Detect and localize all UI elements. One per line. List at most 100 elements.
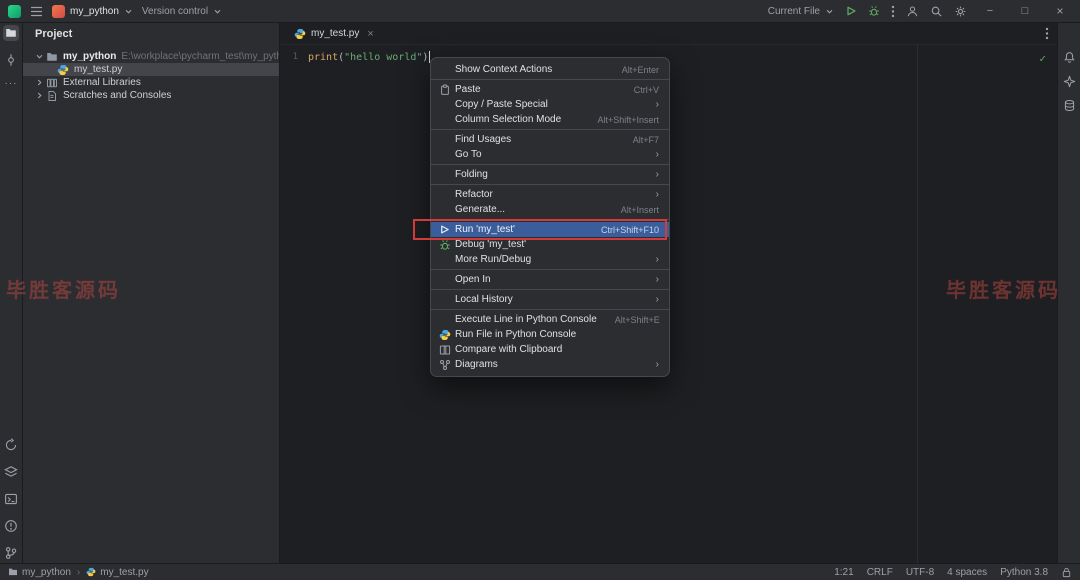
- search-everywhere-icon[interactable]: [930, 5, 943, 18]
- breadcrumb-separator: ›: [76, 566, 81, 578]
- menu-item-open-in[interactable]: Open In ›: [431, 272, 669, 287]
- menu-item-folding[interactable]: Folding ›: [431, 167, 669, 182]
- menu-icon-slot: [438, 188, 451, 201]
- menu-icon-slot: [438, 98, 451, 111]
- menu-item-shortcut: Ctrl+V: [633, 84, 659, 95]
- menu-item-run-my-test[interactable]: Run 'my_test' Ctrl+Shift+F10: [431, 222, 669, 237]
- tab-close-icon[interactable]: ×: [367, 28, 373, 40]
- menu-item-column-selection-mode[interactable]: Column Selection Mode Alt+Shift+Insert: [431, 112, 669, 127]
- more-tool-windows-icon[interactable]: ···: [5, 79, 18, 89]
- menu-icon-slot: [438, 133, 451, 146]
- folder-icon: [46, 51, 58, 63]
- tab-options-icon[interactable]: [1045, 27, 1049, 40]
- debug-icon: [438, 238, 451, 251]
- project-panel-title[interactable]: Project: [23, 23, 279, 45]
- minimize-button[interactable]: −: [978, 5, 1002, 17]
- vcs-widget[interactable]: Version control: [142, 6, 222, 17]
- menu-item-show-context-actions[interactable]: Show Context Actions Alt+Enter: [431, 62, 669, 77]
- menu-item-diagrams[interactable]: Diagrams ›: [431, 357, 669, 372]
- menu-item-run-file-in-python-console[interactable]: Run File in Python Console: [431, 327, 669, 342]
- menu-item-find-usages[interactable]: Find Usages Alt+F7: [431, 132, 669, 147]
- version-control-icon[interactable]: [3, 545, 19, 561]
- profile-icon[interactable]: [906, 5, 919, 18]
- pycharm-logo-icon: [8, 4, 21, 18]
- menu-item-more-run-debug[interactable]: More Run/Debug ›: [431, 252, 669, 267]
- main-menu-icon[interactable]: [30, 6, 43, 17]
- debug-button[interactable]: [868, 5, 880, 17]
- breadcrumb-my-python[interactable]: my_python: [8, 567, 71, 578]
- menu-item-shortcut: Alt+Shift+Insert: [597, 114, 659, 125]
- project-tool-window-icon[interactable]: [3, 25, 19, 41]
- status-utf-8[interactable]: UTF-8: [906, 567, 934, 578]
- diagram-icon: [438, 358, 451, 371]
- tree-item-my-python[interactable]: my_python E:\workplace\pycharm_test\my_py…: [23, 50, 279, 63]
- ai-assistant-icon[interactable]: [1061, 73, 1077, 89]
- submenu-arrow-icon: ›: [655, 274, 659, 285]
- menu-item-label: Local History: [455, 294, 513, 305]
- run-configuration-selector[interactable]: Current File: [768, 6, 834, 17]
- run-button[interactable]: [845, 5, 857, 17]
- titlebar-actions: Current File − □ ×: [768, 4, 1072, 18]
- tree-chevron-icon[interactable]: [33, 78, 46, 87]
- tree-item-my-test-py[interactable]: my_test.py: [23, 63, 279, 76]
- settings-icon[interactable]: [954, 5, 967, 18]
- menu-item-generate[interactable]: Generate... Alt+Insert: [431, 202, 669, 217]
- tree-item-label: my_python: [63, 51, 117, 62]
- menu-item-refactor[interactable]: Refactor ›: [431, 187, 669, 202]
- services-tool-window-icon[interactable]: [3, 437, 19, 453]
- python-icon: [438, 328, 451, 341]
- lock-icon[interactable]: [1061, 567, 1072, 578]
- menu-item-shortcut: Alt+Insert: [620, 204, 659, 215]
- python-icon: [86, 567, 96, 577]
- editor-tab[interactable]: my_test.py ×: [285, 23, 383, 45]
- run-config-label: Current File: [767, 5, 820, 17]
- menu-item-go-to[interactable]: Go To ›: [431, 147, 669, 162]
- tree-item-scratches-and-consoles[interactable]: Scratches and Consoles: [23, 89, 279, 102]
- status-1-21[interactable]: 1:21: [834, 567, 853, 578]
- menu-item-label: Go To: [455, 149, 482, 160]
- menu-item-execute-line-in-python-console[interactable]: Execute Line in Python Console Alt+Shift+…: [431, 312, 669, 327]
- menu-item-label: Show Context Actions: [455, 64, 553, 75]
- menu-item-label: Diagrams: [455, 359, 498, 370]
- menu-item-label: Run File in Python Console: [455, 329, 577, 340]
- menu-item-label: Folding: [455, 169, 488, 180]
- menu-item-compare-with-clipboard[interactable]: Compare with Clipboard: [431, 342, 669, 357]
- submenu-arrow-icon: ›: [655, 169, 659, 180]
- inspections-ok-icon[interactable]: ✓: [1039, 52, 1046, 65]
- right-margin-guide: [917, 45, 918, 563]
- status-4-spaces[interactable]: 4 spaces: [947, 567, 987, 578]
- database-icon[interactable]: [1061, 97, 1077, 113]
- menu-item-debug-my-test[interactable]: Debug 'my_test': [431, 237, 669, 252]
- breadcrumb-label: my_test.py: [100, 566, 149, 578]
- project-switcher[interactable]: my_python: [52, 4, 133, 18]
- code-token-string: "hello world": [344, 51, 423, 63]
- menu-item-local-history[interactable]: Local History ›: [431, 292, 669, 307]
- status-python-3-8[interactable]: Python 3.8: [1000, 567, 1048, 578]
- menu-item-shortcut: Ctrl+Shift+F10: [600, 224, 659, 235]
- menu-item-label: Execute Line in Python Console: [455, 314, 597, 325]
- menu-item-copy-paste-special[interactable]: Copy / Paste Special ›: [431, 97, 669, 112]
- terminal-icon[interactable]: [3, 491, 19, 507]
- submenu-arrow-icon: ›: [655, 189, 659, 200]
- notifications-icon[interactable]: [1061, 49, 1077, 65]
- left-tool-strip: ···: [0, 23, 23, 563]
- menu-separator: [431, 219, 669, 220]
- tree-item-external-libraries[interactable]: External Libraries: [23, 76, 279, 89]
- pycharm-window: my_python Version control Current File −…: [0, 0, 1080, 580]
- python-packages-icon[interactable]: [3, 464, 19, 480]
- code-token-paren: ): [422, 51, 429, 63]
- menu-item-label: Run 'my_test': [455, 224, 515, 235]
- menu-item-paste[interactable]: Paste Ctrl+V: [431, 82, 669, 97]
- menu-item-label: Refactor: [455, 189, 493, 200]
- breadcrumb-my-test-py[interactable]: my_test.py: [86, 566, 149, 578]
- menu-separator: [431, 269, 669, 270]
- tree-chevron-icon[interactable]: [33, 52, 46, 61]
- problems-icon[interactable]: [3, 518, 19, 534]
- maximize-button[interactable]: □: [1013, 5, 1037, 17]
- commit-tool-window-icon[interactable]: [3, 52, 19, 68]
- close-button[interactable]: ×: [1048, 4, 1072, 18]
- menu-item-label: Find Usages: [455, 134, 512, 145]
- tree-chevron-icon[interactable]: [33, 91, 46, 100]
- status-crlf[interactable]: CRLF: [867, 567, 893, 578]
- more-actions-icon[interactable]: [891, 5, 895, 18]
